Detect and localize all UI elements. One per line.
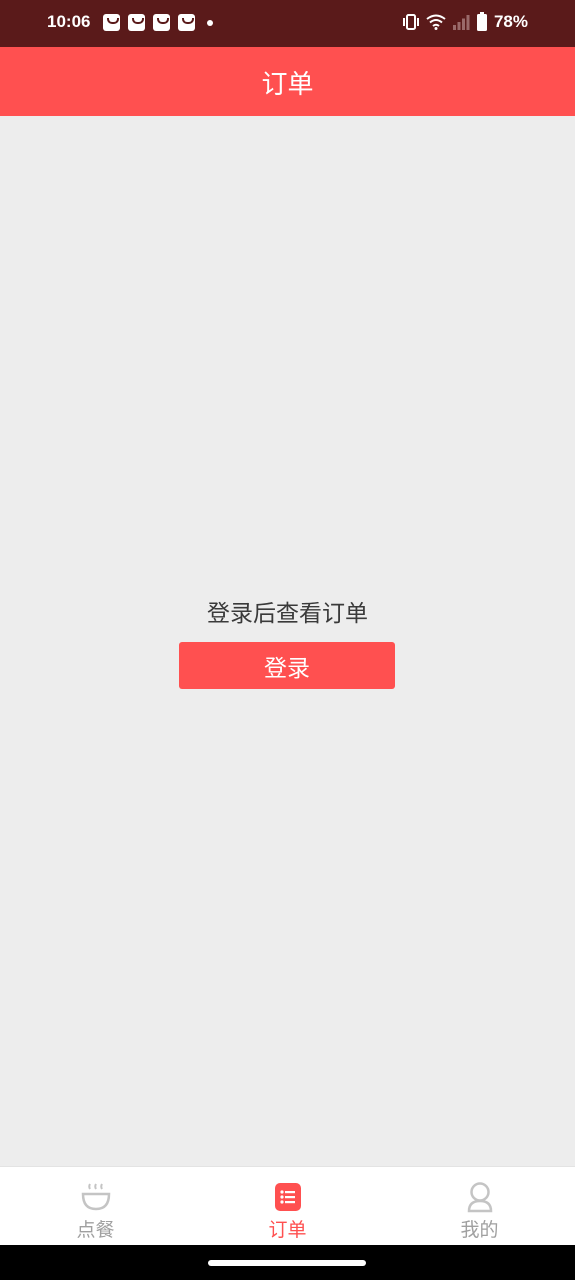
battery-icon (476, 12, 487, 31)
login-prompt-text: 登录后查看订单 (207, 601, 368, 627)
tab-profile[interactable]: 我的 (384, 1167, 575, 1246)
bowl-icon (81, 1183, 111, 1211)
tab-orders[interactable]: 订单 (192, 1167, 383, 1246)
wifi-icon (426, 14, 446, 30)
vibrate-icon (402, 14, 419, 30)
status-indicators: 78% (402, 12, 528, 32)
tab-label: 点餐 (76, 1219, 115, 1241)
home-gesture-handle[interactable] (208, 1260, 366, 1266)
status-time: 10:06 (47, 12, 91, 31)
tab-label: 我的 (460, 1219, 499, 1241)
status-bar: 10:06 78% (0, 0, 575, 47)
shopping-bag-icon (128, 14, 145, 31)
tab-order-food[interactable]: 点餐 (0, 1167, 191, 1246)
page-title: 订单 (261, 70, 314, 100)
bottom-tab-bar: 点餐 订单 我的 (0, 1166, 575, 1246)
battery-percent: 78% (493, 12, 528, 31)
shopping-bag-icon (153, 14, 170, 31)
login-button[interactable]: 登录 (179, 642, 395, 689)
shopping-bag-icon (178, 14, 195, 31)
shopping-bag-icon (103, 14, 120, 31)
tab-label: 订单 (268, 1219, 307, 1241)
system-navigation-bar (0, 1245, 575, 1280)
more-notifications-dot-icon (207, 19, 213, 26)
app-header: 订单 (0, 47, 575, 116)
notification-icons (103, 14, 213, 31)
person-icon (467, 1182, 493, 1213)
order-list-icon (275, 1183, 301, 1211)
cell-signal-icon (452, 15, 470, 30)
